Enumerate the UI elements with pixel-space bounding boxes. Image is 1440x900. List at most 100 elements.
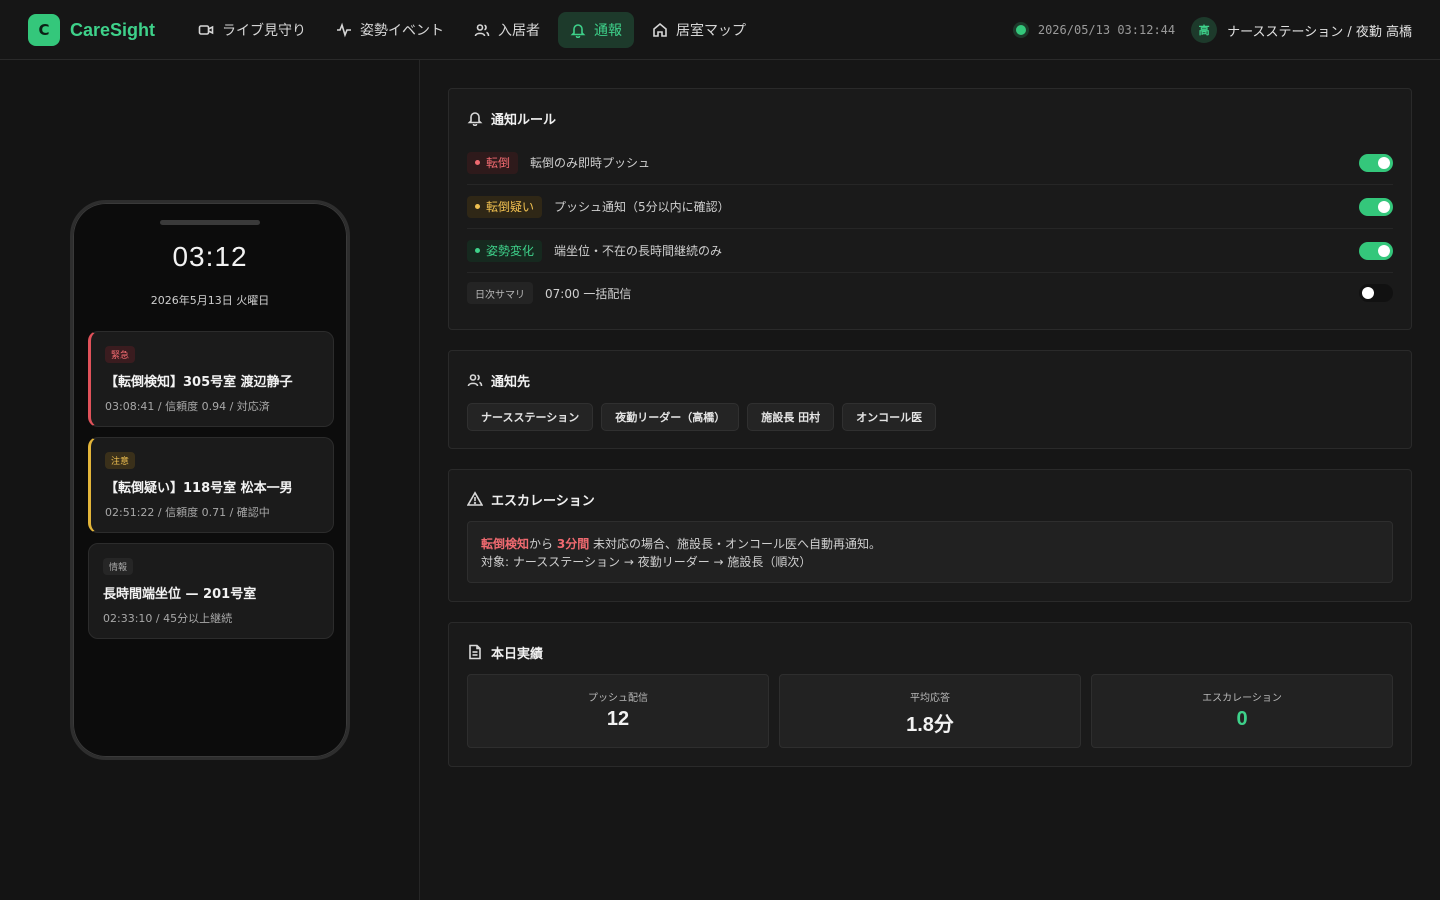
today-stats-card: 本日実績 プッシュ配信 12 平均応答 1.8分 エスカレーション 0 — [448, 622, 1412, 767]
recipient-list: ナースステーション 夜勤リーダー（高橋） 施設長 田村 オンコール医 — [467, 403, 937, 431]
escalation-connector: から — [529, 537, 554, 551]
phone-clock: 03:12 — [172, 241, 248, 272]
toggle-knob — [1362, 287, 1374, 299]
toggle-knob — [1378, 156, 1390, 169]
stat-value: 0 — [1236, 708, 1248, 730]
notification-title: 【転倒疑い】118号室 松本一男 — [105, 481, 293, 496]
rule-row-suspected-fall: 転倒疑い プッシュ通知（5分以内に確認） — [467, 185, 1393, 229]
phone-mockup: 03:12 2026年5月13日 火曜日 緊急 【転倒検知】305号室 渡辺静子… — [70, 200, 350, 760]
rule-description: 07:00 一括配信 — [545, 286, 632, 301]
notification-meta: 02:51:22 / 信頼度 0.71 / 確認中 — [105, 506, 270, 519]
recipient-chip[interactable]: 夜勤リーダー（高橋） — [601, 403, 740, 431]
notification-rules-card: 通知ルール 転倒 転倒のみ即時プッシュ 転倒疑い プッシュ通知（5分以内に確認）… — [448, 88, 1412, 330]
rule-tag: 転倒疑い — [467, 195, 543, 218]
user-label[interactable]: ナースステーション / 夜勤 高橋 — [1227, 21, 1412, 40]
rule-toggle[interactable] — [1359, 153, 1393, 172]
nav-item-room-map[interactable]: 居室マップ — [640, 12, 758, 48]
nav-item-label: 居室マップ — [676, 23, 746, 39]
status-area: 2026/05/13 03:12:44 高 ナースステーション / 夜勤 高橋 — [1015, 14, 1412, 46]
live-status-icon — [1015, 25, 1026, 35]
recipients-card: 通知先 ナースステーション 夜勤リーダー（高橋） 施設長 田村 オンコール医 — [448, 350, 1412, 449]
notification-level-badge: 注意 — [105, 452, 136, 469]
nav-item-label: ライブ見守り — [222, 23, 306, 39]
escalation-targets: 対象: ナースステーション → 夜勤リーダー → 施設長（順次） — [481, 555, 812, 569]
recipient-chip[interactable]: 施設長 田村 — [747, 403, 835, 431]
phone-date: 2026年5月13日 火曜日 — [150, 294, 270, 307]
rule-row-fall: 転倒 転倒のみ即時プッシュ — [467, 141, 1393, 185]
recipient-chip[interactable]: オンコール医 — [842, 403, 937, 431]
rule-tag: 転倒 — [467, 151, 519, 174]
document-icon — [469, 644, 481, 660]
card-header: 本日実績 — [467, 643, 544, 662]
escalation-trigger: 転倒検知 — [481, 537, 530, 551]
nav-item-label: 姿勢イベント — [360, 23, 444, 39]
card-title: 通知ルール — [491, 112, 557, 128]
phone-notch — [160, 220, 260, 225]
notification-title: 長時間端坐位 — 201号室 — [103, 587, 257, 602]
escalation-description: 転倒検知から 3分間 未対応の場合、施設長・オンコール医へ自動再通知。 対象: … — [467, 521, 1393, 583]
stat-escalations: エスカレーション 0 — [1091, 674, 1393, 748]
toggle-knob — [1378, 200, 1390, 213]
card-title: エスカレーション — [491, 493, 595, 509]
rule-description: 転倒のみ即時プッシュ — [530, 156, 651, 170]
top-bar: C CareSight ライブ見守り 姿勢イベント 入居者 通報 居室マップ 2… — [0, 0, 1440, 60]
rule-description: 端坐位・不在の長時間継続のみ — [554, 244, 723, 258]
rule-toggle[interactable] — [1359, 241, 1393, 260]
toggle-knob — [1378, 244, 1390, 257]
users-icon — [467, 374, 483, 387]
card-header: 通知ルール — [467, 109, 557, 128]
nav-item-label: 通報 — [594, 23, 622, 39]
stat-value: 12 — [606, 708, 630, 730]
rule-toggle[interactable] — [1359, 197, 1393, 216]
main-nav: ライブ見守り 姿勢イベント 入居者 通報 居室マップ — [186, 12, 758, 48]
escalation-rule-line: 転倒検知から 3分間 未対応の場合、施設長・オンコール医へ自動再通知。 — [481, 535, 1379, 553]
tag-dot-icon — [475, 204, 480, 209]
nav-item-label: 入居者 — [498, 23, 540, 39]
rule-description: プッシュ通知（5分以内に確認） — [554, 200, 730, 214]
card-title: 通知先 — [491, 374, 531, 390]
escalation-card: エスカレーション 転倒検知から 3分間 未対応の場合、施設長・オンコール医へ自動… — [448, 469, 1412, 602]
video-icon — [198, 25, 214, 35]
avatar[interactable]: 高 — [1191, 17, 1218, 43]
bell-icon — [467, 112, 483, 126]
notification-card-warning[interactable]: 注意 【転倒疑い】118号室 松本一男 02:51:22 / 信頼度 0.71 … — [88, 437, 334, 533]
tag-dot-icon — [475, 248, 480, 253]
rule-toggle[interactable] — [1359, 284, 1393, 302]
home-icon — [653, 22, 667, 37]
activity-icon — [337, 22, 351, 38]
nav-item-residents[interactable]: 入居者 — [462, 12, 552, 48]
notification-level-badge: 情報 — [103, 558, 134, 575]
rule-row-posture-change: 姿勢変化 端坐位・不在の長時間継続のみ — [467, 229, 1393, 273]
escalation-minutes: 3分間 — [556, 537, 590, 551]
rule-tag: 日次サマリ — [467, 282, 533, 304]
stat-label: エスカレーション — [1202, 693, 1282, 704]
stat-label: プッシュ配信 — [588, 693, 648, 704]
notification-card-urgent[interactable]: 緊急 【転倒検知】305号室 渡辺静子 03:08:41 / 信頼度 0.94 … — [88, 331, 334, 427]
card-header: 通知先 — [467, 371, 531, 390]
app-name: CareSight — [70, 19, 156, 40]
stat-value: 1.8分 — [906, 714, 954, 736]
nav-item-alerts[interactable]: 通報 — [558, 12, 634, 48]
users-icon — [474, 24, 490, 37]
notification-title: 【転倒検知】305号室 渡辺静子 — [105, 375, 293, 390]
stat-average-response: 平均応答 1.8分 — [779, 674, 1081, 748]
stat-label: 平均応答 — [910, 693, 950, 704]
notification-card-info[interactable]: 情報 長時間端坐位 — 201号室 02:33:10 / 45分以上継続 — [88, 543, 334, 639]
brand[interactable]: C CareSight — [28, 14, 155, 46]
nav-item-posture-events[interactable]: 姿勢イベント — [324, 12, 456, 48]
notification-meta: 03:08:41 / 信頼度 0.94 / 対応済 — [105, 400, 270, 413]
warning-icon — [467, 491, 483, 506]
recipient-chip[interactable]: ナースステーション — [467, 403, 594, 431]
nav-item-live[interactable]: ライブ見守り — [186, 12, 318, 48]
notification-meta: 02:33:10 / 45分以上継続 — [103, 612, 233, 625]
bell-icon — [570, 24, 586, 38]
card-title: 本日実績 — [491, 646, 544, 662]
escalation-rest: 未対応の場合、施設長・オンコール医へ自動再通知。 — [593, 537, 882, 551]
rule-row-daily-summary: 日次サマリ 07:00 一括配信 — [467, 271, 1393, 315]
card-header: エスカレーション — [467, 490, 595, 509]
current-datetime: 2026/05/13 03:12:44 — [1037, 23, 1176, 37]
phone-preview-panel: 03:12 2026年5月13日 火曜日 緊急 【転倒検知】305号室 渡辺静子… — [0, 60, 420, 900]
notification-level-badge: 緊急 — [105, 346, 136, 363]
tag-dot-icon — [475, 160, 480, 165]
stat-push-deliveries: プッシュ配信 12 — [467, 674, 769, 748]
